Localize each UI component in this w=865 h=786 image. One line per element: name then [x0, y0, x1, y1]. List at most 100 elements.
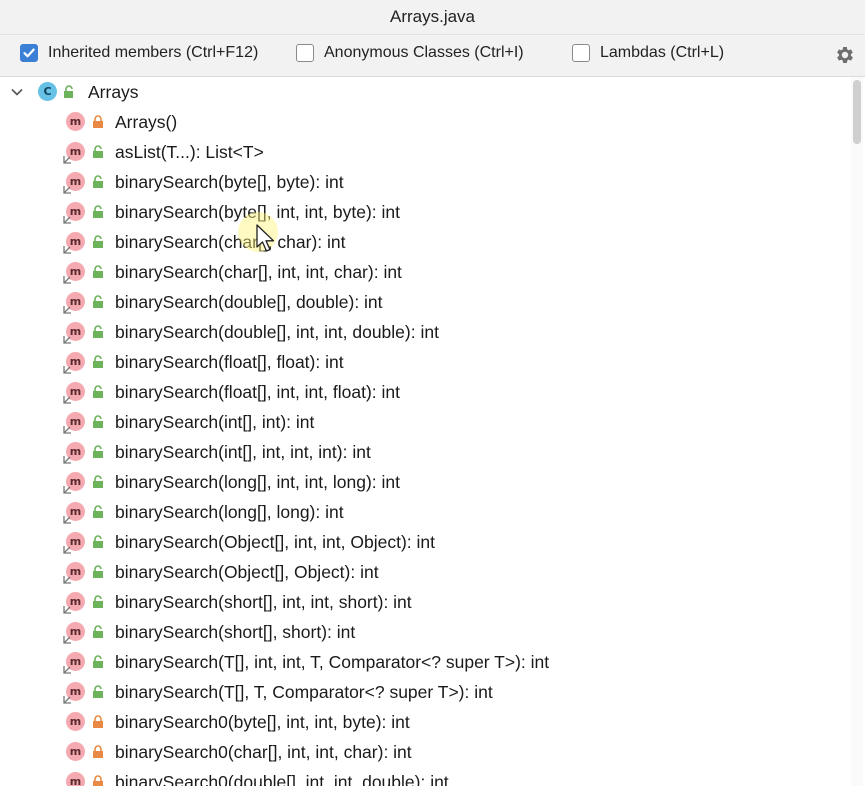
public-lock-icon — [93, 325, 103, 338]
public-lock-icon — [93, 295, 103, 308]
tree-member-row[interactable]: m binarySearch(byte[], int, int, byte): i… — [0, 197, 845, 227]
member-label: binarySearch0(char[], int, int, char): i… — [115, 742, 412, 762]
tree-member-row[interactable]: m binarySearch(byte[], byte): int — [0, 167, 845, 197]
member-label: binarySearch(float[], float): int — [115, 352, 344, 372]
method-icon: m — [63, 412, 85, 434]
tree-member-row[interactable]: m binarySearch(double[], int, int, double… — [0, 317, 845, 347]
member-label: binarySearch(T[], int, int, T, Comparato… — [115, 652, 550, 672]
tree-member-row[interactable]: m binarySearch(T[], T, Comparator<? super… — [0, 677, 845, 707]
member-label: binarySearch(char[], int, int, char): in… — [115, 262, 402, 282]
public-lock-icon — [93, 145, 103, 158]
inherited-arrow-icon — [63, 186, 71, 194]
member-label: binarySearch(long[], int, int, long): in… — [115, 472, 401, 492]
class-icon: C — [38, 82, 57, 101]
tree-member-row[interactable]: m binarySearch(int[], int, int, int): int — [0, 437, 845, 467]
tree-member-row[interactable]: m binarySearch(char[], int, int, char): i… — [0, 257, 845, 287]
tree-member-row[interactable]: m binarySearch(char[], char): int — [0, 227, 845, 257]
structure-tree[interactable]: C Arrays m Arrays() m asList(T...): List<T>… — [0, 77, 865, 786]
method-icon: m — [63, 682, 85, 704]
inherited-arrow-icon — [63, 486, 71, 494]
member-label: binarySearch(long[], long): int — [115, 502, 344, 522]
window-title: Arrays.java — [389, 7, 476, 26]
public-lock-icon — [93, 565, 103, 578]
method-icon: m — [63, 472, 85, 494]
tree-member-row[interactable]: m binarySearch(T[], int, int, T, Comparat… — [0, 647, 845, 677]
tree-root-row[interactable]: C Arrays — [0, 77, 845, 107]
root-class-label: Arrays — [88, 82, 139, 102]
method-icon: m — [66, 742, 85, 761]
tree-member-row[interactable]: m binarySearch(float[], float): int — [0, 347, 845, 377]
scrollbar-thumb[interactable] — [853, 80, 861, 144]
method-icon: m — [66, 772, 85, 786]
tree-member-row[interactable]: m binarySearch0(double[], int, int, doubl… — [0, 767, 845, 786]
public-lock-icon — [93, 235, 103, 248]
method-icon: m — [63, 352, 85, 374]
inherited-members-checkbox[interactable] — [20, 44, 38, 62]
inherited-arrow-icon — [63, 336, 71, 344]
method-icon: m — [63, 172, 85, 194]
checkmark-icon — [23, 48, 35, 58]
tree-member-row[interactable]: m asList(T...): List<T> — [0, 137, 845, 167]
method-icon: m — [63, 652, 85, 674]
public-lock-icon — [93, 445, 103, 458]
tree-member-row[interactable]: m binarySearch(long[], long): int — [0, 497, 845, 527]
inherited-arrow-icon — [63, 396, 71, 404]
method-icon: m — [63, 622, 85, 644]
chevron-down-icon[interactable] — [10, 85, 24, 99]
tree-member-row[interactable]: m binarySearch(float[], int, int, float):… — [0, 377, 845, 407]
member-label: asList(T...): List<T> — [115, 142, 264, 162]
public-lock-icon — [93, 625, 103, 638]
tree-member-row[interactable]: m binarySearch(double[], double): int — [0, 287, 845, 317]
tree-member-row[interactable]: m binarySearch(int[], int): int — [0, 407, 845, 437]
tree-member-row[interactable]: m binarySearch(long[], int, int, long): i… — [0, 467, 845, 497]
inherited-arrow-icon — [63, 666, 71, 674]
inherited-arrow-icon — [63, 246, 71, 254]
member-label: binarySearch0(byte[], int, int, byte): i… — [115, 712, 410, 732]
inherited-arrow-icon — [63, 156, 71, 164]
member-label: Arrays() — [115, 112, 178, 132]
inherited-arrow-icon — [63, 696, 71, 704]
tree-member-row[interactable]: m binarySearch(Object[], int, int, Object… — [0, 527, 845, 557]
private-lock-icon — [93, 775, 103, 786]
tree-member-row[interactable]: m binarySearch0(char[], int, int, char): … — [0, 737, 845, 767]
inherited-arrow-icon — [63, 306, 71, 314]
inherited-arrow-icon — [63, 516, 71, 524]
tree-member-row[interactable]: m binarySearch(Object[], Object): int — [0, 557, 845, 587]
inherited-arrow-icon — [63, 606, 71, 614]
member-label: binarySearch(short[], int, int, short): … — [115, 592, 412, 612]
member-label: binarySearch(T[], T, Comparator<? super … — [115, 682, 493, 702]
gear-icon[interactable] — [834, 44, 856, 66]
method-icon: m — [63, 442, 85, 464]
lambdas-option[interactable]: Lambdas (Ctrl+L) — [572, 44, 724, 62]
method-icon: m — [63, 292, 85, 314]
anonymous-classes-label: Anonymous Classes (Ctrl+I) — [324, 44, 524, 61]
cursor-highlight — [238, 212, 278, 252]
method-icon: m — [63, 592, 85, 614]
method-icon: m — [63, 532, 85, 554]
public-lock-icon — [93, 685, 103, 698]
lambdas-checkbox[interactable] — [572, 44, 590, 62]
member-label: binarySearch(double[], int, int, double)… — [115, 322, 439, 342]
anonymous-classes-checkbox[interactable] — [296, 44, 314, 62]
method-icon: m — [66, 712, 85, 731]
member-label: binarySearch(byte[], byte): int — [115, 172, 344, 192]
member-label: binarySearch0(double[], int, int, double… — [115, 772, 449, 786]
method-icon: m — [63, 202, 85, 224]
tree-member-row[interactable]: m binarySearch(short[], int, int, short):… — [0, 587, 845, 617]
private-lock-icon — [93, 715, 103, 728]
window-title-bar: Arrays.java — [0, 0, 865, 35]
private-lock-icon — [93, 745, 103, 758]
anonymous-classes-option[interactable]: Anonymous Classes (Ctrl+I) — [296, 44, 524, 62]
tree-member-row[interactable]: m binarySearch0(byte[], int, int, byte): … — [0, 707, 845, 737]
public-lock-icon — [93, 415, 103, 428]
vertical-scrollbar[interactable] — [851, 77, 863, 786]
method-icon: m — [63, 322, 85, 344]
member-label: binarySearch(Object[], Object): int — [115, 562, 379, 582]
method-icon: m — [63, 142, 85, 164]
method-icon: m — [63, 232, 85, 254]
tree-member-row[interactable]: m binarySearch(short[], short): int — [0, 617, 845, 647]
inherited-members-option[interactable]: Inherited members (Ctrl+F12) — [20, 44, 258, 62]
private-lock-icon — [93, 115, 103, 128]
member-label: binarySearch(double[], double): int — [115, 292, 383, 312]
tree-member-row[interactable]: m Arrays() — [0, 107, 845, 137]
